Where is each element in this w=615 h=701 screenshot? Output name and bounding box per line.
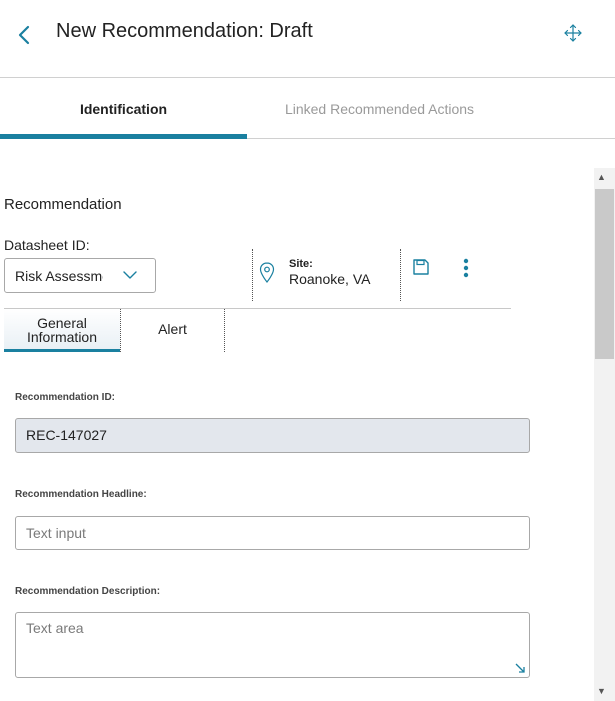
- divider: [252, 249, 253, 301]
- scroll-up-arrow-icon[interactable]: ▲: [597, 172, 606, 182]
- resize-handle-icon[interactable]: [515, 663, 525, 673]
- divider: [400, 249, 401, 301]
- more-options-button[interactable]: [462, 258, 470, 278]
- tab-identification[interactable]: Identification: [0, 79, 247, 139]
- chevron-down-icon: [123, 271, 137, 279]
- scroll-down-arrow-icon[interactable]: ▼: [597, 686, 606, 696]
- scrollbar-thumb[interactable]: [595, 189, 614, 359]
- datasheet-value: Risk Assessme: [15, 268, 103, 284]
- recommendation-id-label: Recommendation ID:: [15, 392, 116, 403]
- datasheet-label: Datasheet ID:: [4, 237, 90, 253]
- recommendation-description-label: Recommendation Description:: [15, 586, 161, 597]
- divider: [224, 309, 225, 352]
- tab-linked-recommended-actions[interactable]: Linked Recommended Actions: [247, 79, 512, 139]
- tab-bar: Identification Linked Recommended Action…: [0, 79, 615, 139]
- page-title: New Recommendation: Draft: [56, 20, 313, 42]
- recommendation-id-field: REC-147027: [15, 418, 530, 453]
- back-button[interactable]: [14, 22, 36, 48]
- datasheet-select[interactable]: Risk Assessme: [4, 258, 156, 293]
- subtab-general-information[interactable]: General Information: [4, 309, 120, 352]
- subtab-general-information-label: General Information: [26, 315, 98, 345]
- recommendation-description-textarea[interactable]: Text area: [15, 612, 530, 678]
- app-header: New Recommendation: Draft: [0, 0, 615, 78]
- save-button[interactable]: [412, 258, 430, 276]
- site-value: Roanoke, VA: [289, 271, 371, 287]
- chevron-left-icon: [18, 25, 30, 45]
- recommendation-headline-input[interactable]: Text input: [15, 516, 530, 550]
- recommendation-headline-label: Recommendation Headline:: [15, 489, 147, 500]
- section-title: Recommendation: [4, 196, 122, 213]
- location-pin-icon: [259, 262, 275, 283]
- floppy-disk-icon: [413, 259, 429, 275]
- move-arrows-icon: [564, 24, 582, 42]
- subtab-alert[interactable]: Alert: [121, 309, 224, 352]
- site-label: Site:: [289, 258, 313, 270]
- vertical-dots-icon: [463, 258, 469, 278]
- move-button[interactable]: [562, 22, 584, 44]
